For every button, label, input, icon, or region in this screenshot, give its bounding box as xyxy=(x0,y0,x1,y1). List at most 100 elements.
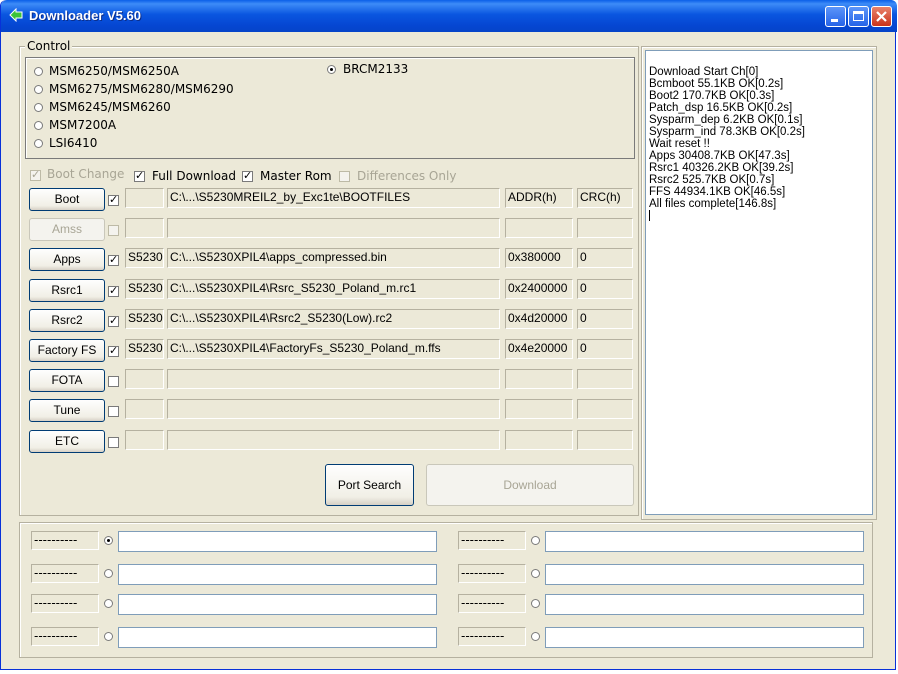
row-button-rsrc1[interactable]: Rsrc1 xyxy=(29,279,105,302)
port-status-field xyxy=(118,564,437,585)
log-line: Sysparm_dep 6.2KB OK[0.1s] xyxy=(649,114,803,126)
download-button[interactable]: Download xyxy=(426,464,634,506)
port-radio[interactable] xyxy=(104,632,113,641)
row-crc-field: 0 xyxy=(577,248,633,268)
port-status-field xyxy=(545,564,864,585)
close-icon xyxy=(876,11,887,22)
port-radio[interactable] xyxy=(104,536,113,545)
row-button-factory-fs[interactable]: Factory FS xyxy=(29,339,105,362)
port-label: ---------- xyxy=(458,627,526,646)
log-line: Sysparm_ind 78.3KB OK[0.2s] xyxy=(649,126,805,138)
port-radio[interactable] xyxy=(531,599,540,608)
row-addr-field xyxy=(505,430,573,450)
row-button-tune[interactable]: Tune xyxy=(29,399,105,422)
row-addr-field: 0x4e20000 xyxy=(505,339,573,359)
boot-change-checkbox[interactable] xyxy=(30,168,41,181)
row-path-field: C:\...\S5230MREIL2_by_Exc1te\BOOTFILES xyxy=(167,188,500,208)
row-path-field: C:\...\S5230XPIL4\apps_compressed.bin xyxy=(167,248,500,268)
radio-lsi6410[interactable] xyxy=(34,139,43,148)
row-button-fota[interactable]: FOTA xyxy=(29,369,105,392)
row-addr-field: 0x2400000 xyxy=(505,279,573,299)
radio-msm7200a[interactable] xyxy=(34,121,43,130)
row-button-apps[interactable]: Apps xyxy=(29,248,105,271)
log-line: Boot2 170.7KB OK[0.3s] xyxy=(649,90,775,102)
master-rom-checkbox[interactable] xyxy=(242,169,253,182)
port-radio[interactable] xyxy=(104,599,113,608)
row-checkbox[interactable] xyxy=(108,376,119,387)
row-addr-field xyxy=(505,218,573,238)
row-checkbox[interactable] xyxy=(108,437,119,448)
text-caret xyxy=(649,210,650,221)
row-button-amss[interactable]: Amss xyxy=(29,218,105,241)
radio-msm6275[interactable] xyxy=(34,85,43,94)
differences-only-label: Differences Only xyxy=(357,169,457,183)
row-checkbox[interactable] xyxy=(108,253,119,266)
row-version-field: S5230 xyxy=(125,279,164,299)
row-path-field xyxy=(167,399,500,419)
row-path-field: C:\...\S5230XPIL4\Rsrc2_S5230(Low).rc2 xyxy=(167,309,500,329)
port-status-field xyxy=(545,594,864,615)
port-radio[interactable] xyxy=(531,536,540,545)
minimize-icon xyxy=(831,19,838,22)
row-crc-field xyxy=(577,369,633,389)
downloader-window: Downloader V5.60 Control MSM6250/MSM6250… xyxy=(0,0,897,670)
log-line: Rsrc2 525.7KB OK[0.7s] xyxy=(649,174,775,186)
port-status-field xyxy=(118,594,437,615)
radio-msm6250[interactable] xyxy=(34,67,43,76)
row-checkbox[interactable] xyxy=(108,344,119,357)
maximize-icon xyxy=(853,11,864,21)
radio-msm7200a-label: MSM7200A xyxy=(49,118,117,132)
row-path-field: C:\...\S5230XPIL4\FactoryFs_S5230_Poland… xyxy=(167,339,500,359)
row-version-field: S5230 xyxy=(125,248,164,268)
radio-msm6245[interactable] xyxy=(34,103,43,112)
port-label: ---------- xyxy=(31,594,99,613)
row-addr-field: 0x380000 xyxy=(505,248,573,268)
port-label: ---------- xyxy=(31,627,99,646)
row-checkbox[interactable] xyxy=(108,225,119,236)
full-download-checkbox[interactable] xyxy=(134,169,145,182)
port-radio[interactable] xyxy=(531,569,540,578)
row-path-field xyxy=(167,218,500,238)
row-checkbox[interactable] xyxy=(108,284,119,297)
row-checkbox[interactable] xyxy=(108,406,119,417)
maximize-button[interactable] xyxy=(848,6,869,27)
port-label: ---------- xyxy=(458,594,526,613)
log-line: Bcmboot 55.1KB OK[0.2s] xyxy=(649,78,784,90)
row-button-boot[interactable]: Boot xyxy=(29,188,105,211)
boot-change-label: Boot Change xyxy=(47,167,125,181)
row-button-rsrc2[interactable]: Rsrc2 xyxy=(29,309,105,332)
row-version-field xyxy=(125,218,164,238)
control-group-label: Control xyxy=(25,39,73,53)
row-crc-field xyxy=(577,399,633,419)
row-version-field xyxy=(125,369,164,389)
port-search-button[interactable]: Port Search xyxy=(325,464,414,506)
row-button-etc[interactable]: ETC xyxy=(29,430,105,453)
row-crc-field: 0 xyxy=(577,309,633,329)
row-crc-field xyxy=(577,430,633,450)
row-addr-field xyxy=(505,399,573,419)
port-label: ---------- xyxy=(458,564,526,583)
addr-header: ADDR(h) xyxy=(505,188,573,208)
row-checkbox[interactable] xyxy=(108,193,119,206)
differences-only-checkbox[interactable] xyxy=(339,171,350,182)
row-version-field xyxy=(125,430,164,450)
radio-msm6250-label: MSM6250/MSM6250A xyxy=(49,64,179,78)
row-addr-field: 0x4d20000 xyxy=(505,309,573,329)
master-rom-label: Master Rom xyxy=(260,169,332,183)
minimize-button[interactable] xyxy=(825,6,846,27)
row-version-field: S5230 xyxy=(125,339,164,359)
row-addr-field xyxy=(505,369,573,389)
close-button[interactable] xyxy=(871,6,892,27)
radio-brcm2133[interactable] xyxy=(327,65,336,74)
port-radio[interactable] xyxy=(104,569,113,578)
log-panel[interactable]: Download Start Ch[0] Bcmboot 55.1KB OK[0.… xyxy=(645,50,873,515)
window-title: Downloader V5.60 xyxy=(29,8,141,23)
log-line: FFS 44934.1KB OK[46.5s] xyxy=(649,186,786,198)
log-line: All files complete[146.8s] xyxy=(649,198,777,210)
crc-header: CRC(h) xyxy=(577,188,633,208)
radio-brcm2133-label: BRCM2133 xyxy=(343,62,409,76)
port-radio[interactable] xyxy=(531,632,540,641)
row-checkbox[interactable] xyxy=(108,314,119,327)
title-bar[interactable]: Downloader V5.60 xyxy=(1,0,897,32)
arrow-left-icon xyxy=(9,8,23,22)
